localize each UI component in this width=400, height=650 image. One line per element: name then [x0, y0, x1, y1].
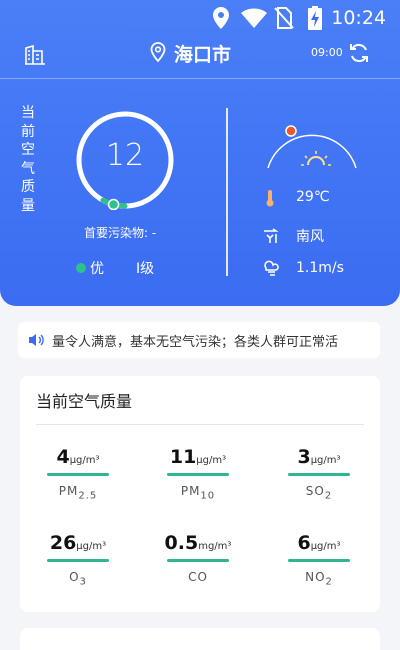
- metric-co: 0.5mg/m³ CO: [143, 532, 253, 587]
- temperature-row: 29℃: [262, 189, 330, 207]
- temperature: 29℃: [296, 189, 330, 205]
- air-quality-card: 当前空气质量 4μg/m³ PM2.5 11μg/m³ PM10 3μg/m³ …: [20, 376, 380, 612]
- metric-sub: 2: [324, 490, 333, 502]
- notice-marquee[interactable]: 量令人满意，基本无空气污染；各类人群可正常活: [18, 322, 380, 358]
- battery-charging-icon: [308, 6, 322, 34]
- card-title: 当前空气质量: [36, 392, 133, 411]
- metric-unit: mg/m³: [198, 541, 232, 552]
- wind-speed-icon: [262, 260, 279, 276]
- metric-unit: μg/m³: [310, 541, 341, 552]
- city-name: 海口市: [174, 44, 232, 66]
- metric-name: CO: [188, 570, 208, 584]
- refresh-icon[interactable]: [348, 42, 370, 68]
- no-sim-icon: [274, 6, 294, 34]
- metric-sub: 2.5: [78, 490, 98, 502]
- metric-value: 3: [297, 446, 311, 468]
- metric-name: O: [69, 570, 80, 584]
- location-status-icon: [212, 6, 230, 34]
- city-selector[interactable]: 海口市: [150, 40, 231, 67]
- metric-sub: 10: [200, 490, 216, 502]
- metric-unit: μg/m³: [196, 455, 227, 466]
- header-divider: [0, 78, 400, 79]
- location-pin-icon: [150, 41, 166, 66]
- speaker-icon: [28, 333, 44, 347]
- metric-unit: μg/m³: [76, 541, 107, 552]
- metric-pm10: 11μg/m³ PM10: [143, 446, 253, 501]
- metric-bar: [288, 473, 350, 476]
- status-bar: 10:24: [0, 0, 400, 36]
- clock: 10:24: [331, 7, 386, 29]
- aqi-grade: I级: [136, 261, 155, 277]
- notice-text: 量令人满意，基本无空气污染；各类人群可正常活: [52, 334, 339, 350]
- metric-name: PM: [58, 484, 79, 498]
- wifi-icon: [240, 6, 268, 34]
- wind-speed: 1.1m/s: [296, 260, 344, 276]
- metric-so2: 3μg/m³ SO2: [264, 446, 374, 501]
- metric-bar: [167, 473, 229, 476]
- wind-speed-row: 1.1m/s: [262, 260, 344, 276]
- metric-value: 4: [56, 446, 70, 468]
- aqi-value: 12: [105, 138, 145, 173]
- metric-bar: [288, 559, 350, 562]
- level-dot: [76, 263, 86, 273]
- aqi-level-row: 优 I级: [76, 258, 154, 278]
- metric-value: 0.5: [164, 532, 199, 554]
- aqi-vertical-label: 当前空气质量: [21, 105, 35, 214]
- metric-name: PM: [180, 484, 201, 498]
- metric-value: 6: [297, 532, 311, 554]
- metric-sub: 3: [79, 576, 87, 588]
- aqi-progress-knob: [107, 198, 120, 210]
- update-time: 09:00: [311, 46, 343, 59]
- metric-bar: [47, 559, 109, 562]
- card-divider: [36, 424, 364, 425]
- sun-arc: [267, 125, 357, 169]
- metric-value: 11: [169, 446, 197, 468]
- thermometer-icon: [262, 189, 278, 207]
- wind-direction-icon: [262, 228, 279, 244]
- sun-position-dot: [285, 125, 297, 137]
- wind-direction: 南风: [296, 229, 324, 245]
- metric-bar: [167, 559, 229, 562]
- aqi-level: 优: [90, 261, 104, 277]
- metric-bar: [47, 473, 109, 476]
- metric-name: SO: [305, 484, 325, 498]
- metric-o3: 26μg/m³ O3: [23, 532, 133, 587]
- metric-pm25: 4μg/m³ PM2.5: [23, 446, 133, 501]
- title-bar: 海口市 09:00: [0, 36, 400, 76]
- metric-sub: 2: [325, 576, 333, 588]
- metric-no2: 6μg/m³ NO2: [264, 532, 374, 587]
- next-card: [20, 628, 380, 650]
- primary-pollutant: 首要污染物: -: [84, 226, 157, 240]
- panel-divider: [226, 108, 228, 276]
- metric-name: NO: [305, 570, 326, 584]
- hero-panel: 10:24 海口市 09:00 当前空气质量 12 首要污染物: - 优 I级: [0, 0, 400, 306]
- sunrise-icon: [301, 151, 331, 166]
- metric-value: 26: [49, 532, 77, 554]
- metric-unit: μg/m³: [310, 455, 341, 466]
- wind-row: 南风: [262, 226, 324, 246]
- metric-unit: μg/m³: [69, 455, 100, 466]
- city-list-icon[interactable]: [24, 44, 46, 69]
